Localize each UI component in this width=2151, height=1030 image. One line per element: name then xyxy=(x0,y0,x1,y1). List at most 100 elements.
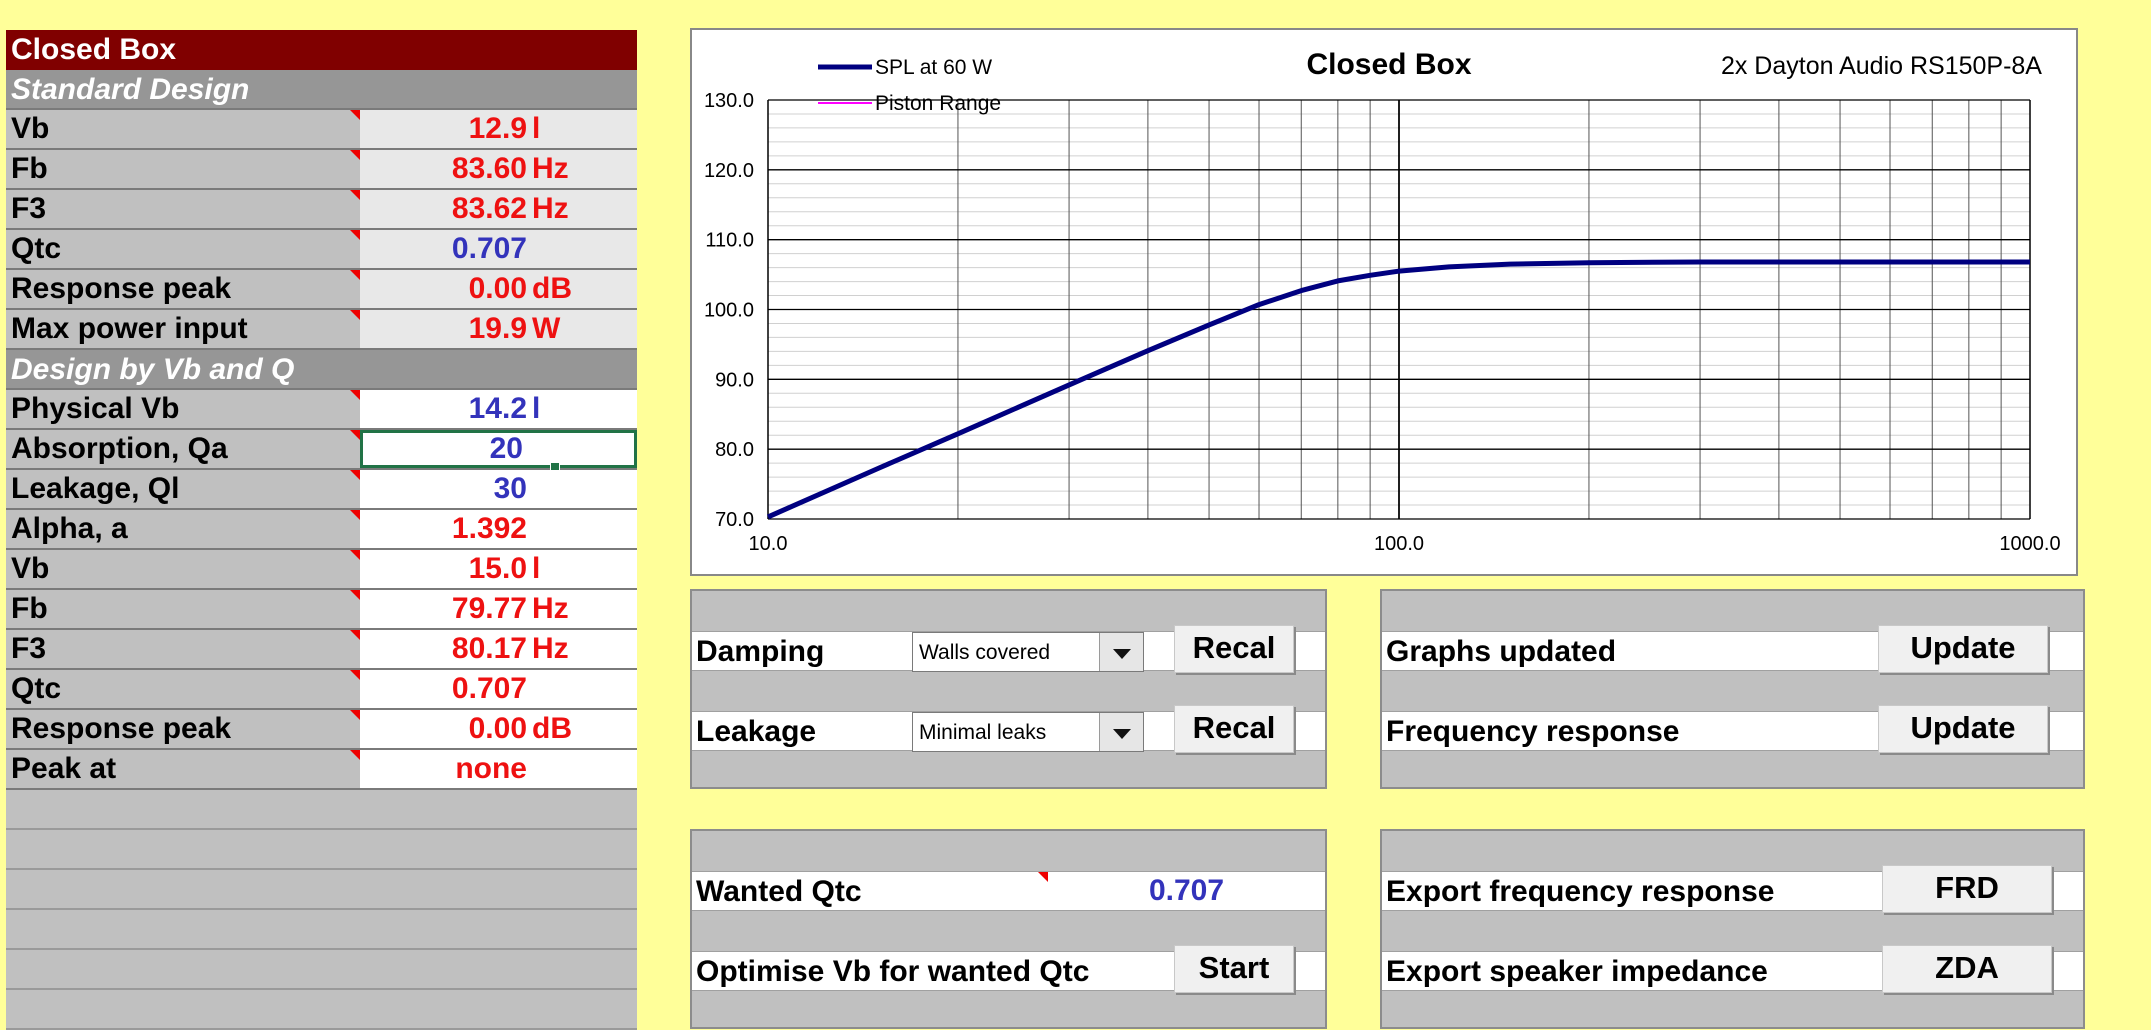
row-value-cell[interactable]: 1.392 xyxy=(360,510,637,548)
row-label[interactable]: Qtc xyxy=(6,670,360,708)
row-value-cell[interactable]: 0.00 dB xyxy=(360,270,637,308)
row-value: 0.707 xyxy=(451,232,527,265)
row-label[interactable]: Vb xyxy=(6,550,360,588)
row-label[interactable]: Qtc xyxy=(6,230,360,268)
row-label[interactable]: Max power input xyxy=(6,310,360,348)
comment-marker xyxy=(350,150,360,160)
row-label[interactable]: Peak at xyxy=(6,750,360,788)
row-label[interactable]: F3 xyxy=(6,630,360,668)
spl-chart[interactable]: 130.0 120.0 110.0 100.0 90.0 80.0 70.0 10.0 100.… xyxy=(690,28,2078,576)
row-value: 15.0 xyxy=(468,552,527,585)
table-row: Absorption, Qa 20 xyxy=(6,430,637,472)
empty-row[interactable] xyxy=(6,830,637,870)
x-tick-label: 100.0 xyxy=(1374,533,1424,555)
row-value-cell[interactable]: 80.17 Hz xyxy=(360,630,637,668)
row-value: 0.00 xyxy=(468,712,527,745)
comment-marker xyxy=(350,710,360,720)
chevron-down-icon[interactable] xyxy=(1099,713,1143,751)
update-panel: Graphs updated Update Frequency response… xyxy=(1380,589,2085,789)
empty-row[interactable] xyxy=(6,870,637,910)
row-value: 80.17 xyxy=(451,632,527,665)
row-value-cell[interactable]: 30 xyxy=(360,470,637,508)
table-title: Closed Box xyxy=(6,30,637,70)
damping-panel: Damping Walls covered Recal Leakage Mini… xyxy=(690,589,1327,789)
row-value: 1.392 xyxy=(451,512,527,545)
comment-marker xyxy=(350,750,360,760)
graphs-updated-label: Graphs updated xyxy=(1386,635,1617,668)
row-value-cell[interactable]: 83.62 Hz xyxy=(360,190,637,228)
row-unit: Hz xyxy=(532,152,569,185)
row-value: 83.62 xyxy=(451,192,527,225)
row-label[interactable]: Response peak xyxy=(6,710,360,748)
optimise-start-button[interactable]: Start xyxy=(1174,945,1294,993)
leakage-dropdown-value: Minimal leaks xyxy=(919,721,1047,744)
table-row: Qtc 0.707 xyxy=(6,670,637,710)
table-row: Peak at none xyxy=(6,750,637,790)
frequency-response-label: Frequency response xyxy=(1386,715,1680,748)
comment-marker xyxy=(350,670,360,680)
table-row: Vb 12.9 l xyxy=(6,110,637,150)
table-row: Max power input 19.9 W xyxy=(6,310,637,350)
row-unit: l xyxy=(532,552,541,585)
wanted-qtc-input[interactable]: 0.707 xyxy=(1048,872,1325,910)
wanted-qtc-row: Wanted Qtc 0.707 xyxy=(692,871,1325,911)
chevron-down-icon[interactable] xyxy=(1099,633,1143,671)
row-value-cell[interactable]: 12.9 l xyxy=(360,110,637,148)
row-label[interactable]: Leakage, Ql xyxy=(6,470,360,508)
row-value-cell[interactable]: 79.77 Hz xyxy=(360,590,637,628)
row-value: none xyxy=(455,752,527,785)
row-unit: l xyxy=(532,112,541,145)
row-value: 14.2 xyxy=(468,392,527,425)
row-value-cell[interactable]: 0.707 xyxy=(360,670,637,708)
comment-marker xyxy=(350,190,360,200)
row-label[interactable]: Vb xyxy=(6,110,360,148)
table-row: F3 80.17 Hz xyxy=(6,630,637,670)
table-row: Response peak 0.00 dB xyxy=(6,710,637,750)
frequency-response-update-button[interactable]: Update xyxy=(1878,705,2048,753)
row-value: 30 xyxy=(493,472,527,505)
empty-row[interactable] xyxy=(6,950,637,990)
legend-label: SPL at 60 W xyxy=(875,56,992,79)
row-value-cell[interactable]: 0.00 dB xyxy=(360,710,637,748)
leakage-dropdown[interactable]: Minimal leaks xyxy=(912,712,1144,752)
section-header-standard-design: Standard Design xyxy=(6,70,637,110)
row-label[interactable]: Alpha, a xyxy=(6,510,360,548)
chart-svg: 130.0 120.0 110.0 100.0 90.0 80.0 70.010.0 100.… xyxy=(704,48,2061,555)
wanted-qtc-label: Wanted Qtc xyxy=(696,875,862,908)
row-label[interactable]: F3 xyxy=(6,190,360,228)
leakage-recal-button[interactable]: Recal xyxy=(1174,705,1294,753)
row-label[interactable]: Response peak xyxy=(6,270,360,308)
row-value: 19.9 xyxy=(468,312,527,345)
damping-dropdown[interactable]: Walls covered xyxy=(912,632,1144,672)
empty-row[interactable] xyxy=(6,790,637,830)
row-label[interactable]: Fb xyxy=(6,590,360,628)
row-value-cell[interactable]: 20 xyxy=(360,430,637,472)
row-label[interactable]: Absorption, Qa xyxy=(6,430,360,468)
graphs-update-button[interactable]: Update xyxy=(1878,625,2048,673)
comment-marker xyxy=(350,270,360,280)
damping-label: Damping xyxy=(696,635,825,668)
table-row: Alpha, a 1.392 xyxy=(6,510,637,550)
row-value-cell[interactable]: 83.60 Hz xyxy=(360,150,637,188)
row-label[interactable]: Fb xyxy=(6,150,360,188)
table-row: Leakage, Ql 30 xyxy=(6,470,637,510)
comment-marker xyxy=(350,630,360,640)
damping-recal-button[interactable]: Recal xyxy=(1174,625,1294,673)
empty-row[interactable] xyxy=(6,910,637,950)
section-header-design-by-vb-q: Design by Vb and Q xyxy=(6,350,637,390)
row-value: 12.9 xyxy=(468,112,527,145)
table-row: Fb 79.77 Hz xyxy=(6,590,637,630)
y-tick-label: 130.0 xyxy=(704,90,754,112)
damping-dropdown-value: Walls covered xyxy=(919,641,1051,664)
row-value-cell[interactable]: 15.0 l xyxy=(360,550,637,588)
zda-button[interactable]: ZDA xyxy=(1882,945,2052,993)
frd-button[interactable]: FRD xyxy=(1882,865,2052,913)
row-value-cell[interactable]: 14.2 l xyxy=(360,390,637,428)
comment-marker xyxy=(350,390,360,400)
row-label[interactable]: Physical Vb xyxy=(6,390,360,428)
row-value-cell[interactable]: 0.707 xyxy=(360,230,637,268)
row-value-cell[interactable]: none xyxy=(360,750,637,788)
x-tick-label: 10.0 xyxy=(749,533,788,555)
row-value-cell[interactable]: 19.9 W xyxy=(360,310,637,348)
empty-row[interactable] xyxy=(6,990,637,1030)
